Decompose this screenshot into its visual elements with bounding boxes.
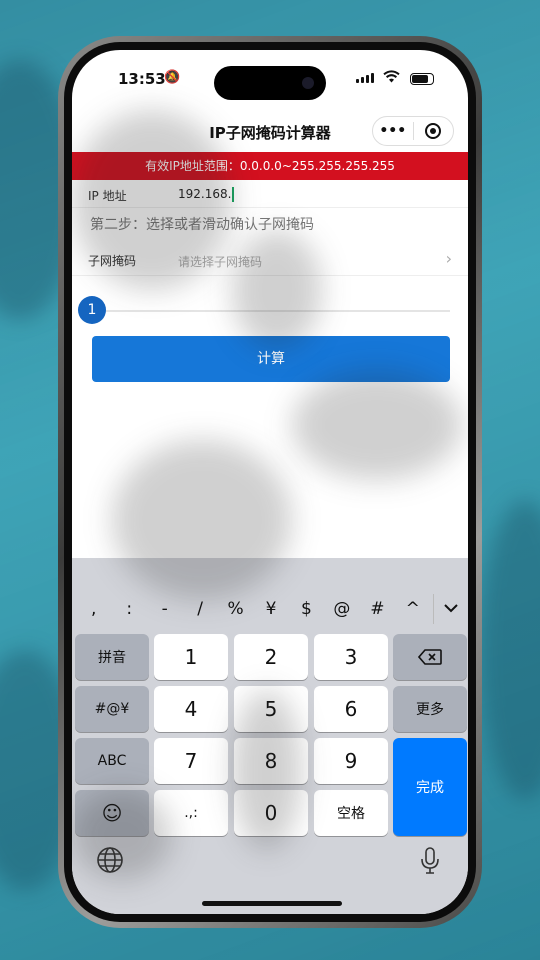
digit-key[interactable]: 8 [234, 738, 308, 784]
chevron-right-icon: › [445, 249, 452, 268]
digit-key[interactable]: 2 [234, 634, 308, 680]
subnet-mask-row[interactable]: 子网掩码 请选择子网掩码 › [72, 246, 468, 276]
slider-knob[interactable]: 1 [78, 296, 106, 324]
mini-program-capsule: ••• [372, 116, 454, 146]
punctuation-key[interactable]: .,: [154, 790, 228, 836]
symbol-key[interactable]: $ [289, 599, 324, 619]
subnet-mask-picker[interactable]: 请选择子网掩码 [178, 253, 262, 270]
digit-key[interactable]: 7 [154, 738, 228, 784]
calculate-button[interactable]: 计算 [92, 336, 450, 382]
more-icon[interactable]: ••• [373, 123, 413, 139]
text-caret [232, 187, 235, 202]
ip-address-row: IP 地址 192.168. [72, 180, 468, 208]
symbol-key[interactable]: / [182, 599, 217, 619]
symbol-key[interactable]: % [218, 599, 253, 619]
ip-label: IP 地址 [88, 189, 127, 203]
abc-key[interactable]: ABC [75, 738, 149, 784]
valid-range-banner: 有效IP地址范围：0.0.0.0~255.255.255.255 [72, 152, 468, 180]
dynamic-island [214, 66, 326, 100]
symbol-key[interactable]: @ [324, 599, 359, 619]
home-indicator [202, 901, 342, 906]
mask-label: 子网掩码 [88, 254, 137, 268]
symbols-key[interactable]: #@¥ [75, 686, 149, 732]
symbol-row: , : - / % ¥ $ @ # ^ [72, 594, 468, 624]
backspace-key[interactable] [393, 634, 467, 680]
phone-frame: 13:53 🔕 IP子网掩码计算器 ••• 有效IP地址范围：0.0.0.0~2… [58, 36, 482, 928]
symbol-key[interactable]: : [111, 599, 146, 619]
close-target-icon[interactable] [414, 123, 454, 139]
status-bar: 13:53 🔕 [72, 50, 468, 100]
mask-slider[interactable]: 1 [72, 296, 468, 326]
digit-key[interactable]: 3 [314, 634, 388, 680]
symbol-key[interactable]: ¥ [253, 599, 288, 619]
symbol-key[interactable]: - [147, 599, 182, 619]
digit-key[interactable]: 9 [314, 738, 388, 784]
more-key[interactable]: 更多 [393, 686, 467, 732]
nav-bar: IP子网掩码计算器 ••• [72, 110, 468, 154]
digit-key[interactable]: 1 [154, 634, 228, 680]
pinyin-key[interactable]: 拼音 [75, 634, 149, 680]
symbol-key[interactable]: , [76, 599, 111, 619]
screen: 13:53 🔕 IP子网掩码计算器 ••• 有效IP地址范围：0.0.0.0~2… [72, 50, 468, 914]
mute-bell-icon: 🔕 [164, 70, 181, 85]
digit-key[interactable]: 0 [234, 790, 308, 836]
digit-key[interactable]: 4 [154, 686, 228, 732]
digit-key[interactable]: 6 [314, 686, 388, 732]
emoji-key[interactable]: ☺ [75, 790, 149, 836]
status-time: 13:53 [118, 70, 166, 88]
symbol-key[interactable]: # [360, 599, 395, 619]
cellular-signal-icon [356, 73, 374, 83]
ip-address-input[interactable]: 192.168. [178, 187, 235, 202]
collapse-keyboard-icon[interactable] [433, 601, 468, 617]
wifi-icon [383, 70, 400, 87]
done-key[interactable]: 完成 [393, 738, 467, 836]
slider-track[interactable] [92, 310, 450, 312]
globe-icon[interactable] [96, 846, 124, 874]
backspace-icon [418, 649, 442, 665]
space-key[interactable]: 空格 [314, 790, 388, 836]
digit-key[interactable]: 5 [234, 686, 308, 732]
microphone-icon[interactable] [420, 846, 440, 876]
step2-heading: 第二步：选择或者滑动确认子网掩码 [90, 217, 314, 233]
symbol-key[interactable]: ^ [395, 599, 430, 619]
battery-icon [410, 73, 434, 85]
keyboard: , : - / % ¥ $ @ # ^ 拼音 1 2 3 #@¥ 4 5 6 更… [72, 558, 468, 914]
